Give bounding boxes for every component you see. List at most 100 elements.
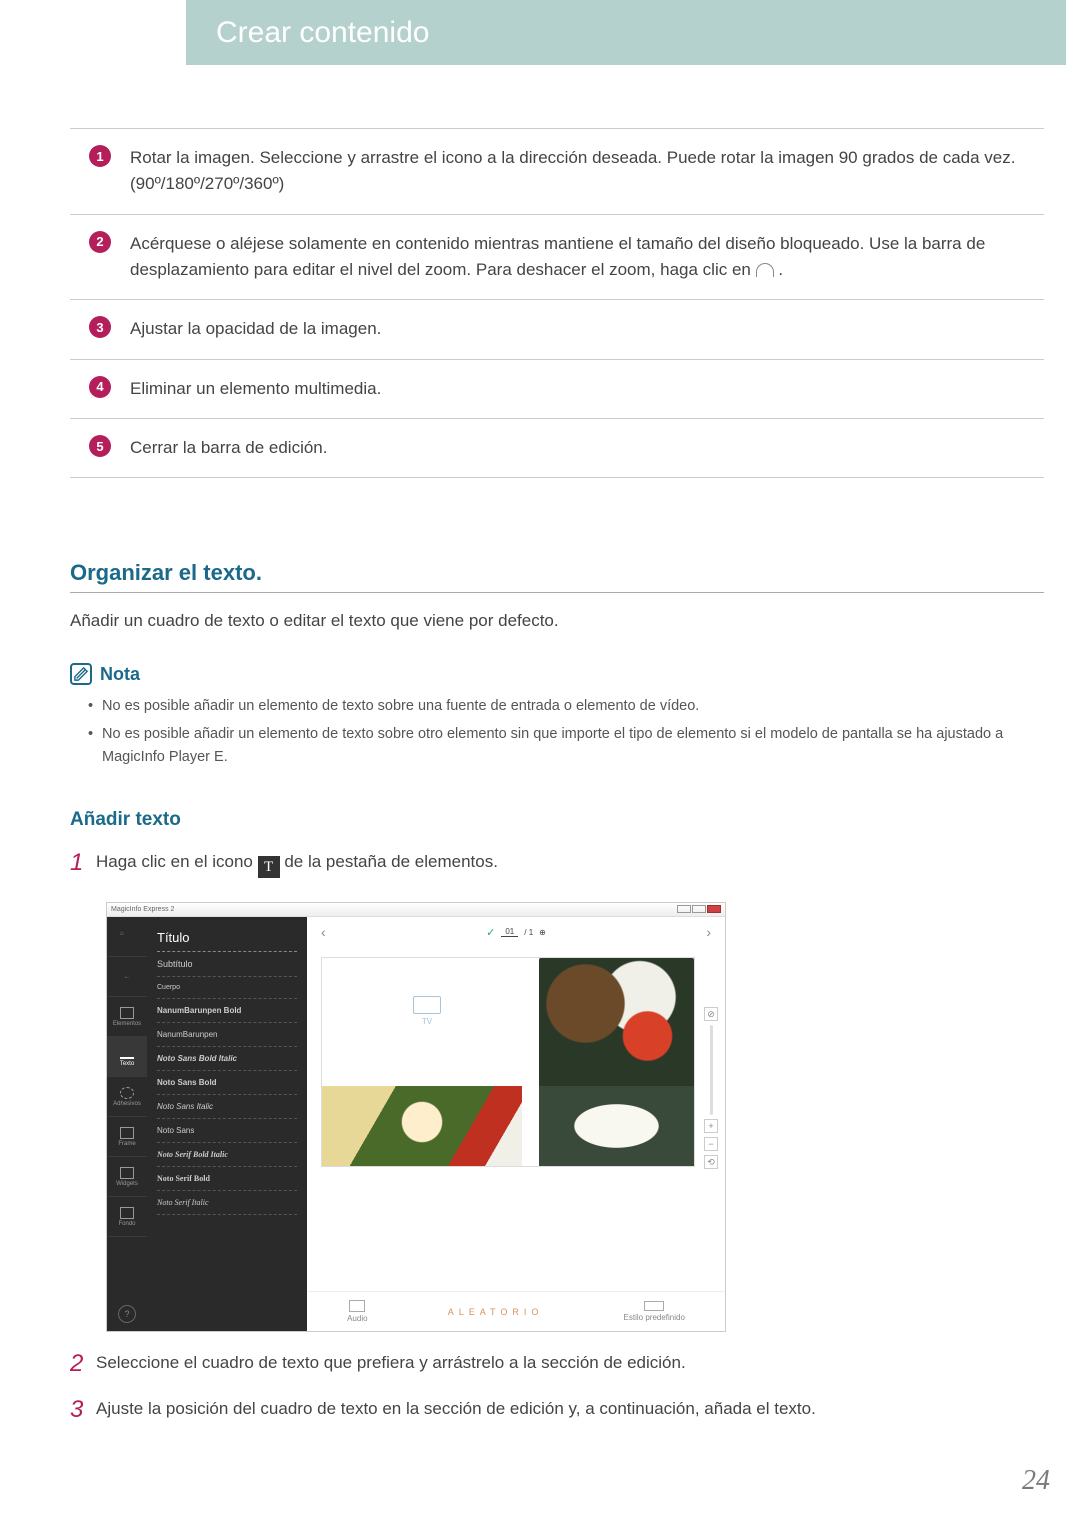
note-item: No es posible añadir un elemento de text… bbox=[88, 695, 1044, 718]
arrow-left-icon: ← bbox=[124, 974, 130, 980]
font-item[interactable]: Noto Sans Italic bbox=[157, 1095, 297, 1119]
step-badge-1: 1 bbox=[89, 145, 111, 167]
font-item[interactable]: Noto Serif Bold Italic bbox=[157, 1143, 297, 1167]
sidebar-elements[interactable]: Elementos bbox=[107, 997, 147, 1037]
font-item[interactable]: Noto Serif Bold bbox=[157, 1167, 297, 1191]
step-row: 2 Seleccione el cuadro de texto que pref… bbox=[70, 1350, 1044, 1378]
page-header: Crear contenido bbox=[194, 0, 1066, 65]
tv-icon bbox=[413, 996, 441, 1014]
font-item[interactable]: Noto Sans Bold Italic bbox=[157, 1047, 297, 1071]
app-screenshot: MagicInfo Express 2 ⌂ ← Elementos Texto … bbox=[106, 902, 726, 1332]
check-icon[interactable]: ✓ bbox=[486, 926, 495, 939]
icon-description-table: 1 Rotar la imagen. Seleccione y arrastre… bbox=[70, 128, 1044, 478]
window-title: MagicInfo Express 2 bbox=[111, 906, 174, 913]
step-badge-3: 3 bbox=[89, 316, 111, 338]
step-row: 1 Haga clic en el icono T de la pestaña … bbox=[70, 849, 1044, 878]
page-content: 1 Rotar la imagen. Seleccione y arrastre… bbox=[70, 128, 1044, 1424]
editor-canvas-area: TV ⊘ + − ⟲ bbox=[307, 947, 725, 1291]
add-page-icon[interactable]: ⊕ bbox=[539, 928, 546, 937]
canvas-image-bottom-left[interactable] bbox=[322, 1086, 522, 1166]
next-page-button[interactable]: › bbox=[706, 924, 711, 940]
step-row: 3 Ajuste la posición del cuadro de texto… bbox=[70, 1396, 1044, 1424]
window-controls[interactable] bbox=[676, 905, 721, 915]
step-text: Haga clic en el icono T de la pestaña de… bbox=[96, 849, 1044, 878]
table-row: 1 Rotar la imagen. Seleccione y arrastre… bbox=[70, 128, 1044, 214]
canvas-image-top[interactable] bbox=[539, 958, 694, 1088]
help-button[interactable]: ? bbox=[118, 1305, 136, 1323]
section-body: Añadir un cuadro de texto o editar el te… bbox=[70, 611, 1044, 631]
style-title[interactable]: Título bbox=[157, 923, 297, 952]
maximize-icon[interactable] bbox=[692, 905, 706, 913]
section-heading-add-text: Añadir texto bbox=[70, 809, 1044, 831]
row-text: Ajustar la opacidad de la imagen. bbox=[130, 316, 1044, 342]
style-subtitle[interactable]: Subtítulo bbox=[157, 952, 297, 977]
sidebar-text[interactable]: Texto bbox=[107, 1037, 147, 1077]
step-number: 1 bbox=[70, 849, 96, 877]
random-button[interactable]: ALEATORIO bbox=[448, 1307, 544, 1317]
font-item[interactable]: NanumBarunpen Bold bbox=[157, 999, 297, 1023]
table-row: 4 Eliminar un elemento multimedia. bbox=[70, 359, 1044, 418]
audio-control[interactable]: Audio bbox=[347, 1300, 367, 1323]
frame-icon bbox=[120, 1127, 134, 1139]
stickers-icon bbox=[120, 1087, 134, 1099]
page-indicator: 01 bbox=[501, 927, 518, 937]
zoom-dock: ⊘ + − ⟲ bbox=[703, 1007, 719, 1169]
sidebar-back[interactable]: ← bbox=[107, 957, 147, 997]
style-body[interactable]: Cuerpo bbox=[157, 977, 297, 999]
tv-placeholder[interactable]: TV bbox=[402, 996, 452, 1038]
step-badge-2: 2 bbox=[89, 231, 111, 253]
page-total: / 1 bbox=[524, 928, 533, 937]
table-row: 3 Ajustar la opacidad de la imagen. bbox=[70, 299, 1044, 358]
app-sidebar: ⌂ ← Elementos Texto Adhesivos Frame Widg… bbox=[107, 917, 147, 1331]
note-item: No es posible añadir un elemento de text… bbox=[88, 723, 1044, 769]
row-text: Rotar la imagen. Seleccione y arrastre e… bbox=[130, 145, 1044, 198]
step-text: Ajuste la posición del cuadro de texto e… bbox=[96, 1396, 1044, 1422]
speaker-icon bbox=[349, 1300, 365, 1312]
zoom-in-button[interactable]: + bbox=[704, 1119, 718, 1133]
step-number: 3 bbox=[70, 1396, 96, 1424]
step-badge-5: 5 bbox=[89, 435, 111, 457]
step-number: 2 bbox=[70, 1350, 96, 1378]
text-styles-panel: Título Subtítulo Cuerpo NanumBarunpen Bo… bbox=[147, 917, 307, 1331]
zoom-slider[interactable] bbox=[710, 1025, 713, 1115]
window-titlebar: MagicInfo Express 2 bbox=[107, 903, 725, 917]
widgets-icon bbox=[120, 1167, 134, 1179]
preset-icon bbox=[644, 1301, 664, 1311]
home-icon: ⌂ bbox=[120, 931, 134, 943]
zoom-reset-button[interactable]: ⟲ bbox=[704, 1155, 718, 1169]
table-row: 5 Cerrar la barra de edición. bbox=[70, 418, 1044, 478]
editor-toolbar: ‹ ✓ 01 / 1 ⊕ › bbox=[307, 917, 725, 947]
note-label: Nota bbox=[100, 664, 140, 685]
section-heading-organize-text: Organizar el texto. bbox=[70, 560, 1044, 593]
sidebar-widgets[interactable]: Widgets bbox=[107, 1157, 147, 1197]
background-icon bbox=[120, 1207, 134, 1219]
row-text: Cerrar la barra de edición. bbox=[130, 435, 1044, 461]
close-icon[interactable] bbox=[707, 905, 721, 913]
canvas[interactable]: TV bbox=[321, 957, 695, 1167]
step-badge-4: 4 bbox=[89, 376, 111, 398]
step-text: Seleccione el cuadro de texto que prefie… bbox=[96, 1350, 1044, 1376]
sidebar-background[interactable]: Fondo bbox=[107, 1197, 147, 1237]
header-accent bbox=[186, 0, 194, 65]
zoom-out-button[interactable]: − bbox=[704, 1137, 718, 1151]
editor-main: ‹ ✓ 01 / 1 ⊕ › TV bbox=[307, 917, 725, 1331]
undo-zoom-icon bbox=[756, 263, 774, 277]
prev-page-button[interactable]: ‹ bbox=[321, 924, 326, 940]
sidebar-stickers[interactable]: Adhesivos bbox=[107, 1077, 147, 1117]
minimize-icon[interactable] bbox=[677, 905, 691, 913]
undo-button[interactable]: ⊘ bbox=[704, 1007, 718, 1021]
font-item[interactable]: Noto Sans bbox=[157, 1119, 297, 1143]
page-title: Crear contenido bbox=[216, 16, 429, 49]
row-text: Eliminar un elemento multimedia. bbox=[130, 376, 1044, 402]
sidebar-home[interactable]: ⌂ bbox=[107, 917, 147, 957]
preset-style-control[interactable]: Estilo predefinido bbox=[624, 1301, 685, 1322]
sidebar-frame[interactable]: Frame bbox=[107, 1117, 147, 1157]
note-heading: Nota bbox=[70, 663, 1044, 685]
font-item[interactable]: NanumBarunpen bbox=[157, 1023, 297, 1047]
text-icon bbox=[120, 1047, 134, 1059]
font-item[interactable]: Noto Serif Italic bbox=[157, 1191, 297, 1215]
canvas-image-bottom-right[interactable] bbox=[539, 1086, 694, 1166]
font-item[interactable]: Noto Sans Bold bbox=[157, 1071, 297, 1095]
elements-icon bbox=[120, 1007, 134, 1019]
note-list: No es posible añadir un elemento de text… bbox=[70, 695, 1044, 769]
